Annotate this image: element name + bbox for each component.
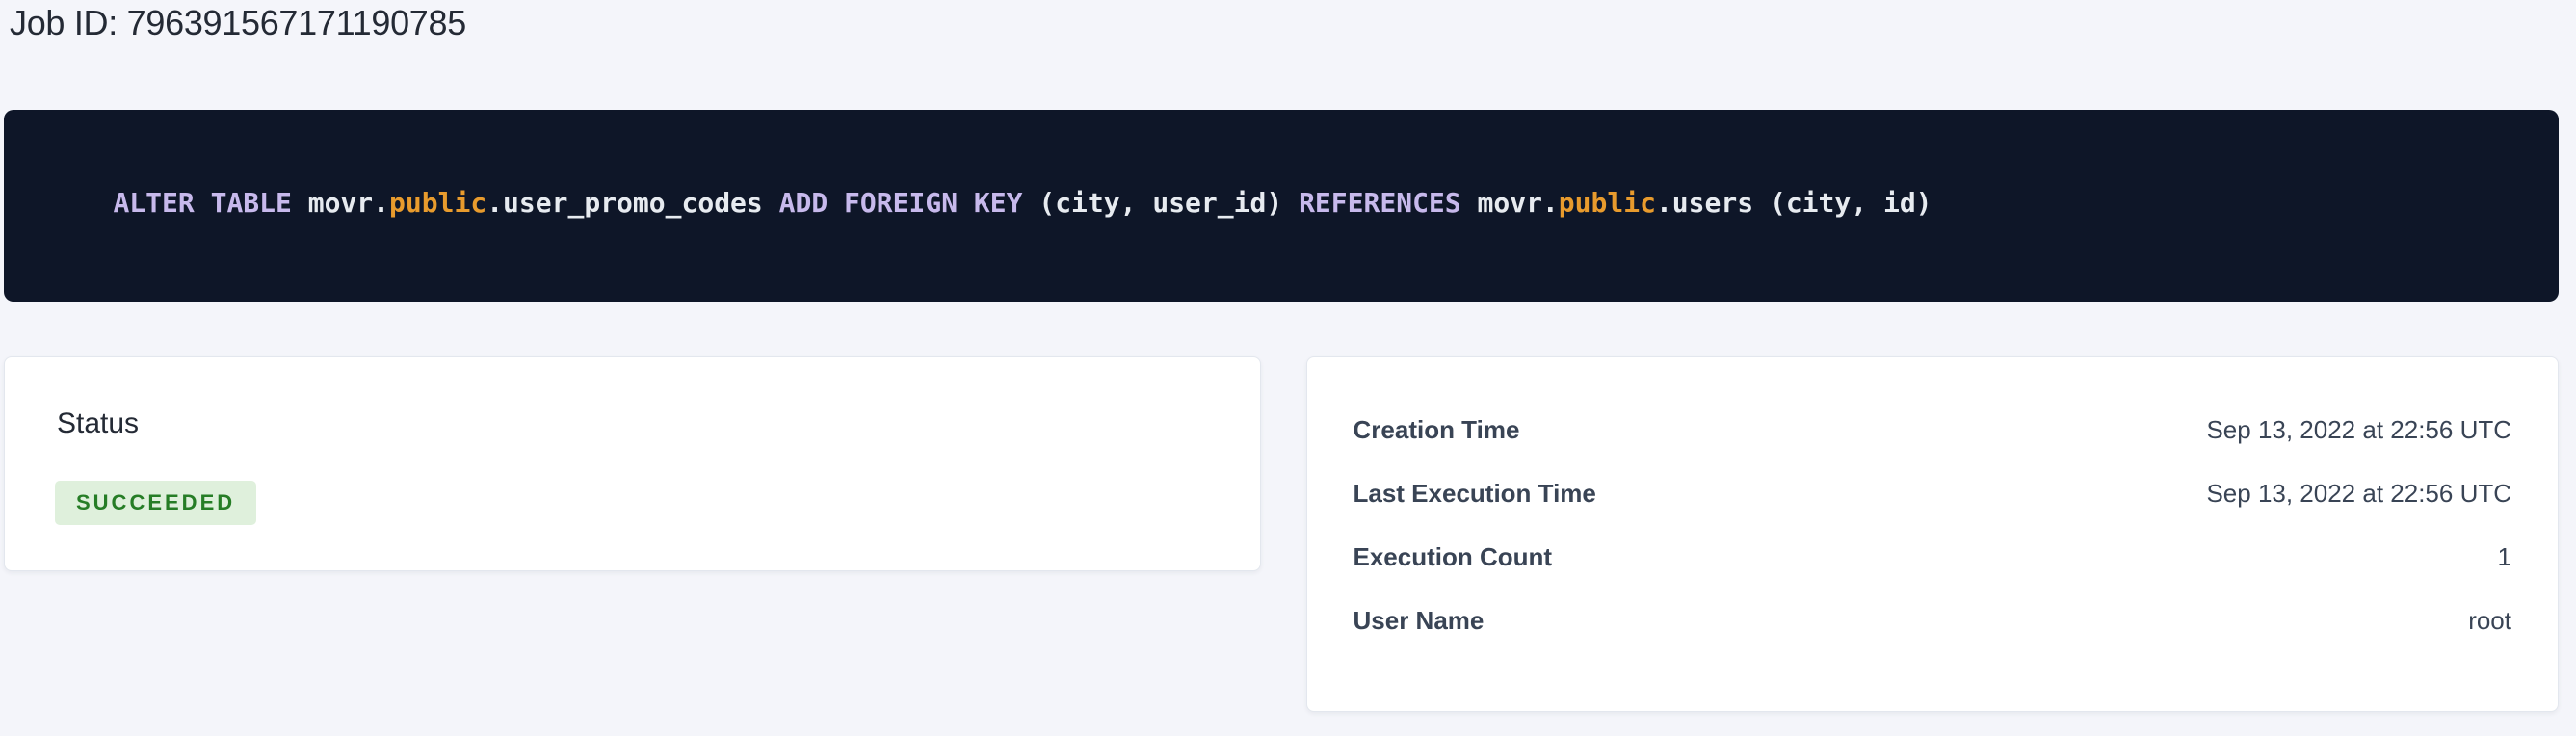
detail-value: Sep 13, 2022 at 22:56 UTC xyxy=(2206,479,2511,509)
sql-keyword: ADD FOREIGN KEY xyxy=(779,187,1039,219)
status-badge: SUCCEEDED xyxy=(55,481,256,525)
sql-identifier: (city, user_id) xyxy=(1038,187,1299,219)
detail-value: root xyxy=(2468,606,2511,636)
sql-keyword: ALTER TABLE xyxy=(113,187,307,219)
detail-label: User Name xyxy=(1354,606,1485,636)
detail-row-execution-count: Execution Count 1 xyxy=(1354,525,2512,589)
detail-value: Sep 13, 2022 at 22:56 UTC xyxy=(2206,415,2511,445)
detail-row-last-execution-time: Last Execution Time Sep 13, 2022 at 22:5… xyxy=(1354,461,2512,525)
sql-statement-box: ALTER TABLE movr.public.user_promo_codes… xyxy=(4,110,2559,302)
job-details-card: Creation Time Sep 13, 2022 at 22:56 UTC … xyxy=(1306,356,2560,712)
status-card-title: Status xyxy=(53,407,1212,440)
sql-identifier: movr. xyxy=(1478,187,1559,219)
sql-identifier: movr. xyxy=(308,187,389,219)
detail-row-user-name: User Name root xyxy=(1354,589,2512,652)
job-details-page: Job ID: 796391567171190785 ALTER TABLE m… xyxy=(0,0,2576,736)
sql-schema-name: public xyxy=(389,187,486,219)
sql-keyword: REFERENCES xyxy=(1299,187,1477,219)
summary-cards-row: Status SUCCEEDED Creation Time Sep 13, 2… xyxy=(4,356,2559,712)
detail-label: Execution Count xyxy=(1354,542,1553,572)
page-title: Job ID: 796391567171190785 xyxy=(4,2,2559,44)
sql-identifier: .user_promo_codes xyxy=(486,187,778,219)
detail-row-creation-time: Creation Time Sep 13, 2022 at 22:56 UTC xyxy=(1354,398,2512,461)
detail-label: Last Execution Time xyxy=(1354,479,1596,509)
status-card: Status SUCCEEDED xyxy=(4,356,1261,571)
detail-value: 1 xyxy=(2498,542,2511,572)
sql-identifier: .users (city, id) xyxy=(1656,187,1932,219)
detail-label: Creation Time xyxy=(1354,415,1520,445)
sql-schema-name: public xyxy=(1559,187,1656,219)
